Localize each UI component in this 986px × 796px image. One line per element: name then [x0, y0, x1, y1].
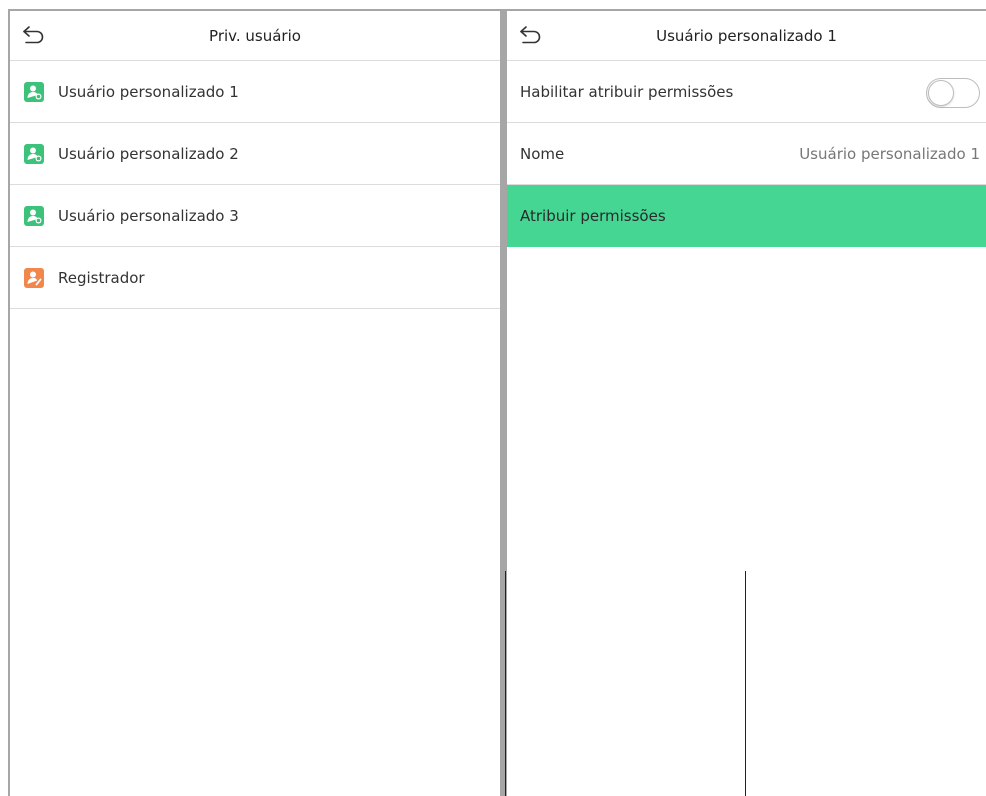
enable-permissions-row[interactable]: Habilitar atribuir permissões — [507, 61, 986, 123]
name-value: Usuário personalizado 1 — [799, 144, 980, 163]
list-item-registrar[interactable]: Registrador — [10, 247, 500, 309]
toggle-knob — [928, 80, 954, 106]
name-label: Nome — [520, 144, 565, 163]
list-item-label: Registrador — [58, 268, 145, 287]
right-header: Usuário personalizado 1 — [507, 11, 986, 61]
assign-permissions-label: Atribuir permissões — [520, 206, 666, 225]
custom-user-2-icon — [24, 143, 44, 164]
divider-line — [745, 571, 746, 796]
divider-line — [505, 571, 506, 796]
registrar-icon — [24, 267, 44, 288]
custom-user-1-icon — [24, 81, 44, 102]
list-item-custom-user-2[interactable]: Usuário personalizado 2 — [10, 123, 500, 185]
page-title: Usuário personalizado 1 — [656, 27, 837, 45]
list-item-label: Usuário personalizado 2 — [58, 144, 239, 163]
enable-permissions-toggle[interactable] — [926, 78, 980, 108]
left-header: Priv. usuário — [10, 11, 500, 61]
name-row[interactable]: Nome Usuário personalizado 1 — [507, 123, 986, 185]
page-title: Priv. usuário — [209, 27, 301, 45]
assign-permissions-row[interactable]: Atribuir permissões — [507, 185, 986, 247]
list-item-custom-user-1[interactable]: Usuário personalizado 1 — [10, 61, 500, 123]
list-item-custom-user-3[interactable]: Usuário personalizado 3 — [10, 185, 500, 247]
custom-user-3-icon — [24, 205, 44, 226]
list-item-label: Usuário personalizado 1 — [58, 82, 239, 101]
list-item-label: Usuário personalizado 3 — [58, 206, 239, 225]
user-privilege-panel: Priv. usuário Usuário personalizado 1 Us… — [8, 9, 500, 796]
enable-permissions-label: Habilitar atribuir permissões — [520, 82, 734, 101]
